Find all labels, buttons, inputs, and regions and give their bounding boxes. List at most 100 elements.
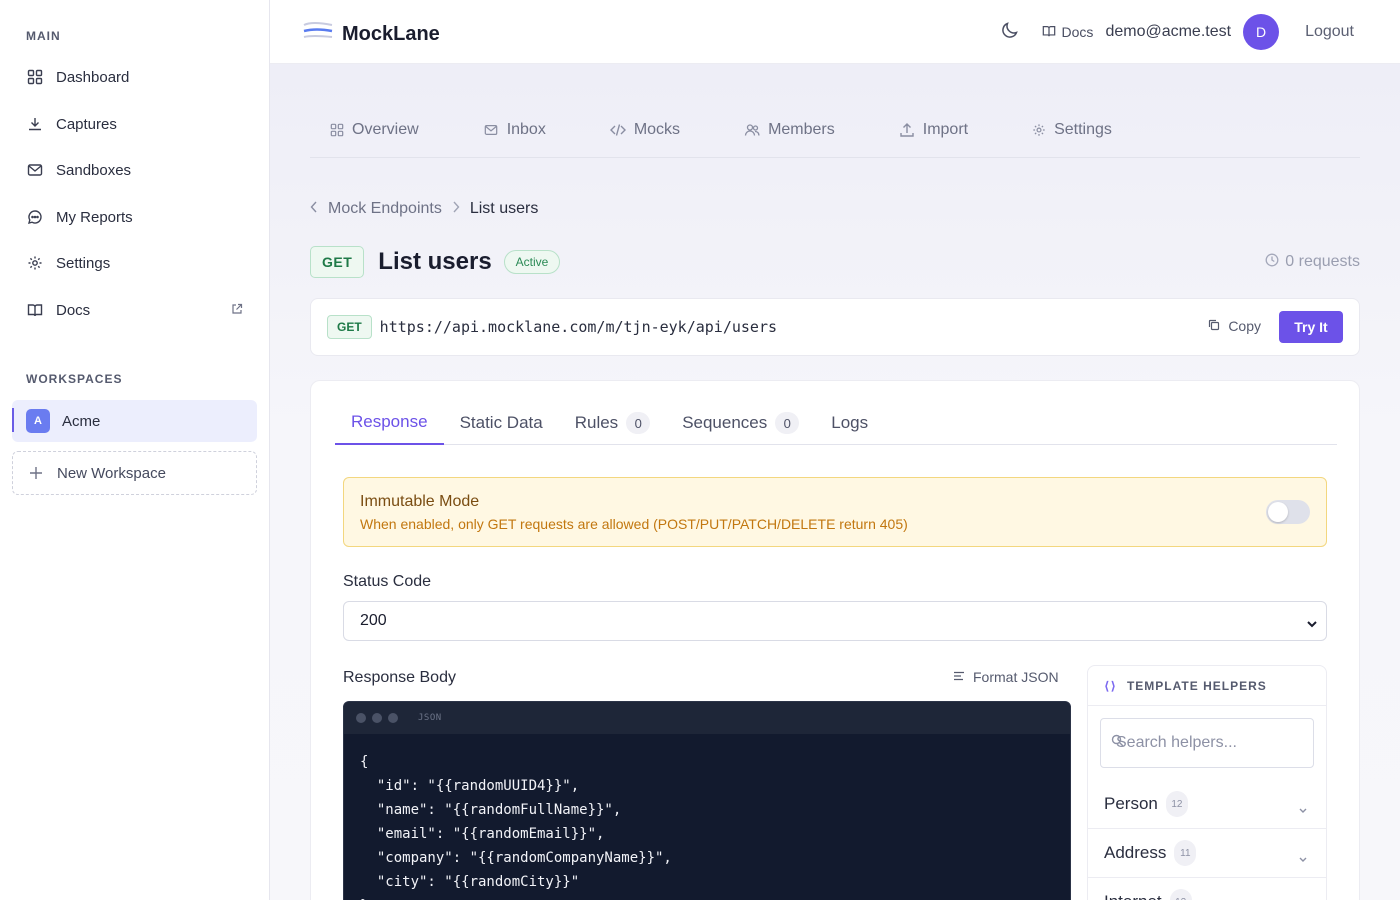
search-placeholder: Search helpers... xyxy=(1116,734,1237,751)
tab-label: Rules xyxy=(574,413,619,432)
sidebar-item-sandboxes[interactable]: Sandboxes xyxy=(12,150,257,190)
helpers-search-input[interactable]: Search helpers... xyxy=(1100,718,1314,768)
new-workspace-button[interactable]: New Workspace xyxy=(12,451,257,495)
sidebar-item-dashboard[interactable]: Dashboard xyxy=(12,57,257,97)
status-badge: Active xyxy=(503,250,561,274)
tab-sequences[interactable]: Sequences 0 xyxy=(666,401,815,445)
window-dot xyxy=(356,713,366,723)
immutable-toggle[interactable] xyxy=(1266,500,1310,524)
sidebar-item-label: My Reports xyxy=(56,208,133,226)
copy-button[interactable]: Copy xyxy=(1208,318,1261,334)
sidebar-item-label: Dashboard xyxy=(56,68,130,86)
main-section-label: MAIN xyxy=(26,29,61,43)
tab-label: Overview xyxy=(352,121,419,138)
endpoint-url: https://api.mocklane.com/m/tjn-eyk/api/u… xyxy=(379,318,778,336)
workspace-item-acme[interactable]: A Acme xyxy=(12,400,257,442)
braces-icon: ⟨⟩ xyxy=(1104,678,1117,693)
editor-language: JSON xyxy=(418,713,442,723)
grid-icon xyxy=(26,68,44,86)
status-code-select[interactable]: 200 xyxy=(343,601,1327,641)
logout-button[interactable]: Logout xyxy=(1305,23,1354,41)
plus-icon xyxy=(27,464,45,482)
format-json-button[interactable]: Format JSON xyxy=(953,669,1059,685)
chevron-right-icon xyxy=(452,200,460,218)
tab-settings[interactable]: Settings xyxy=(1012,108,1112,152)
copy-label: Copy xyxy=(1228,318,1261,334)
try-it-button[interactable]: Try It xyxy=(1279,311,1343,343)
count-badge: 12 xyxy=(1165,791,1188,817)
breadcrumb-parent[interactable]: Mock Endpoints xyxy=(328,200,442,218)
helper-group-person[interactable]: Person 12 xyxy=(1088,780,1326,829)
tab-overview[interactable]: Overview xyxy=(310,108,419,152)
upload-icon xyxy=(899,122,915,138)
project-nav: Overview Inbox Mocks Members Import Sett… xyxy=(310,108,1360,158)
moon-icon[interactable] xyxy=(1000,20,1020,45)
immutable-title: Immutable Mode xyxy=(360,493,480,510)
tab-label: Inbox xyxy=(506,121,546,138)
brand-name: MockLane xyxy=(342,22,440,45)
copy-icon xyxy=(1208,318,1228,334)
docs-link[interactable]: Docs xyxy=(1042,24,1094,41)
count-badge: 12 xyxy=(1169,889,1192,900)
chevron-down-icon xyxy=(1298,800,1308,820)
tab-logs[interactable]: Logs xyxy=(815,401,884,445)
avatar[interactable]: D xyxy=(1243,14,1280,50)
logo-icon xyxy=(302,18,334,50)
url-method-badge: GET xyxy=(327,315,372,339)
tab-inbox[interactable]: Inbox xyxy=(463,108,546,152)
helper-group-internet[interactable]: Internet 12 xyxy=(1088,878,1326,900)
tab-static-data[interactable]: Static Data xyxy=(444,401,559,445)
brand[interactable]: MockLane xyxy=(302,18,440,50)
docs-label: Docs xyxy=(1061,24,1094,40)
helper-group-label: Address xyxy=(1104,843,1167,862)
tab-rules[interactable]: Rules 0 xyxy=(559,401,666,445)
code-content[interactable]: { "id": "{{randomUUID4}}", "name": "{{ra… xyxy=(344,734,1070,900)
helper-group-address[interactable]: Address 11 xyxy=(1088,829,1326,878)
mail-icon xyxy=(483,123,499,137)
tab-mocks[interactable]: Mocks xyxy=(590,108,680,152)
tab-label: Mocks xyxy=(633,121,681,138)
align-left-icon xyxy=(953,669,973,685)
external-link-icon xyxy=(231,302,243,319)
tab-label: Sequences xyxy=(682,413,768,432)
new-workspace-label: New Workspace xyxy=(57,464,166,482)
tab-members[interactable]: Members xyxy=(724,108,835,152)
users-icon xyxy=(744,123,760,137)
tab-label: Members xyxy=(768,121,835,138)
book-icon xyxy=(1042,24,1062,41)
tab-import[interactable]: Import xyxy=(879,108,968,152)
status-code-value: 200 xyxy=(360,612,387,629)
sidebar: MAIN Dashboard Captures Sandboxes My Rep… xyxy=(0,0,270,900)
window-dot xyxy=(372,713,382,723)
gear-icon xyxy=(26,254,44,272)
chevron-left-icon[interactable] xyxy=(310,200,318,218)
response-body-editor[interactable]: JSON { "id": "{{randomUUID4}}", "name": … xyxy=(343,701,1071,900)
status-code-label: Status Code xyxy=(343,573,432,590)
config-tabs: Response Static Data Rules 0 Sequences 0 L… xyxy=(335,401,1337,445)
toggle-knob xyxy=(1268,502,1288,522)
sidebar-item-label: Docs xyxy=(56,301,91,319)
request-count: 0 requests xyxy=(1265,253,1360,272)
tab-label: Settings xyxy=(1054,121,1112,138)
immutable-description: When enabled, only GET requests are allo… xyxy=(360,516,908,532)
sidebar-item-captures[interactable]: Captures xyxy=(12,104,257,144)
format-json-label: Format JSON xyxy=(973,669,1059,685)
tab-label: Logs xyxy=(831,413,869,432)
mail-icon xyxy=(26,161,44,179)
code-icon xyxy=(609,123,626,137)
count-badge: 0 xyxy=(775,412,800,434)
sidebar-item-my-reports[interactable]: My Reports xyxy=(12,197,257,237)
breadcrumb: Mock Endpoints List users xyxy=(310,200,538,218)
sidebar-item-label: Settings xyxy=(56,254,111,272)
sidebar-item-docs[interactable]: Docs xyxy=(12,290,257,330)
workspace-badge: A xyxy=(26,409,50,433)
immutable-mode-panel: Immutable Mode When enabled, only GET re… xyxy=(343,477,1327,547)
tab-response[interactable]: Response xyxy=(335,401,444,445)
helpers-title: TEMPLATE HELPERS xyxy=(1126,678,1267,693)
sidebar-item-settings[interactable]: Settings xyxy=(12,243,257,283)
count-badge: 11 xyxy=(1174,840,1197,866)
chevron-down-icon xyxy=(1298,849,1308,869)
download-icon xyxy=(26,115,44,133)
response-body-label: Response Body xyxy=(343,669,456,686)
clock-icon xyxy=(1265,253,1285,272)
